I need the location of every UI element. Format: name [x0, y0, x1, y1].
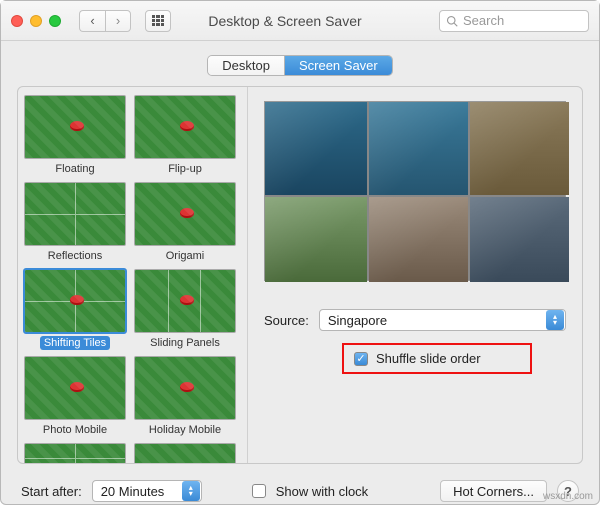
saver-reflections[interactable]: Reflections [24, 182, 126, 263]
source-label: Source: [264, 313, 309, 328]
shuffle-row: ✓ Shuffle slide order [342, 343, 532, 374]
hot-corners-button[interactable]: Hot Corners... [440, 480, 547, 502]
zoom-icon[interactable] [49, 15, 61, 27]
saver-extra[interactable] [134, 443, 236, 463]
shuffle-checkbox[interactable]: ✓ [354, 352, 368, 366]
tab-desktop[interactable]: Desktop [208, 56, 284, 75]
saver-photo-mobile[interactable]: Photo Mobile [24, 356, 126, 437]
preview-tile [265, 197, 367, 282]
preview-tile [470, 197, 569, 282]
saver-thumb [134, 182, 236, 246]
saver-shifting-tiles[interactable]: Shifting Tiles [24, 269, 126, 350]
saver-label: Flip-up [164, 162, 206, 176]
search-input[interactable]: Search [439, 10, 589, 32]
chevron-updown-icon [546, 310, 564, 330]
preview-tile [265, 102, 367, 195]
saver-thumb [134, 269, 236, 333]
saver-label: Floating [51, 162, 98, 176]
window-title: Desktop & Screen Saver [139, 13, 431, 29]
search-icon [446, 15, 458, 27]
bottom-bar: Start after: 20 Minutes ✓ Show with cloc… [1, 474, 599, 502]
main-panel: Floating Flip-up Reflections Origami Shi… [17, 86, 583, 464]
saver-sliding-panels[interactable]: Sliding Panels [134, 269, 236, 350]
right-pane: Source: Singapore ✓ Shuffle slide order [248, 87, 582, 463]
close-icon[interactable] [11, 15, 23, 27]
watermark: wsxdn.com [543, 491, 593, 502]
saver-thumb [24, 269, 126, 333]
saver-thumb [24, 443, 126, 463]
saver-label: Shifting Tiles [40, 336, 110, 350]
preview-tile [470, 102, 569, 195]
screensaver-grid: Floating Flip-up Reflections Origami Shi… [24, 95, 241, 463]
start-after-value: 20 Minutes [101, 484, 165, 499]
screensaver-preview [264, 101, 566, 281]
tab-bar: Desktop Screen Saver [1, 41, 599, 86]
source-select[interactable]: Singapore [319, 309, 566, 331]
search-placeholder: Search [463, 13, 504, 28]
minimize-icon[interactable] [30, 15, 42, 27]
saver-label: Sliding Panels [146, 336, 224, 350]
saver-label: Holiday Mobile [145, 423, 225, 437]
saver-thumb [24, 95, 126, 159]
saver-thumb [24, 182, 126, 246]
prefs-window: ‹ › Desktop & Screen Saver Search Deskto… [0, 0, 600, 505]
saver-flip-up[interactable]: Flip-up [134, 95, 236, 176]
saver-thumb [134, 356, 236, 420]
saver-thumb [134, 95, 236, 159]
forward-button[interactable]: › [105, 10, 131, 32]
saver-floating[interactable]: Floating [24, 95, 126, 176]
preview-tile [369, 102, 468, 195]
start-after-label: Start after: [21, 484, 82, 499]
tab-segment: Desktop Screen Saver [207, 55, 392, 76]
show-with-clock-checkbox[interactable]: ✓ [252, 484, 266, 498]
screensaver-list[interactable]: Floating Flip-up Reflections Origami Shi… [18, 87, 248, 463]
preview-tile [369, 197, 468, 282]
saver-thumb [134, 443, 236, 463]
saver-extra[interactable] [24, 443, 126, 463]
source-value: Singapore [328, 313, 387, 328]
titlebar: ‹ › Desktop & Screen Saver Search [1, 1, 599, 41]
source-row: Source: Singapore [264, 309, 566, 331]
shuffle-label: Shuffle slide order [376, 351, 481, 366]
chevron-updown-icon [182, 481, 200, 501]
saver-label: Photo Mobile [39, 423, 111, 437]
nav-buttons: ‹ › [79, 10, 131, 32]
tab-screen-saver[interactable]: Screen Saver [284, 56, 392, 75]
back-button[interactable]: ‹ [79, 10, 105, 32]
show-with-clock-label: Show with clock [276, 484, 368, 499]
saver-thumb [24, 356, 126, 420]
saver-origami[interactable]: Origami [134, 182, 236, 263]
start-after-select[interactable]: 20 Minutes [92, 480, 202, 502]
window-controls [11, 15, 61, 27]
saver-holiday-mobile[interactable]: Holiday Mobile [134, 356, 236, 437]
saver-label: Origami [162, 249, 209, 263]
saver-label: Reflections [44, 249, 106, 263]
